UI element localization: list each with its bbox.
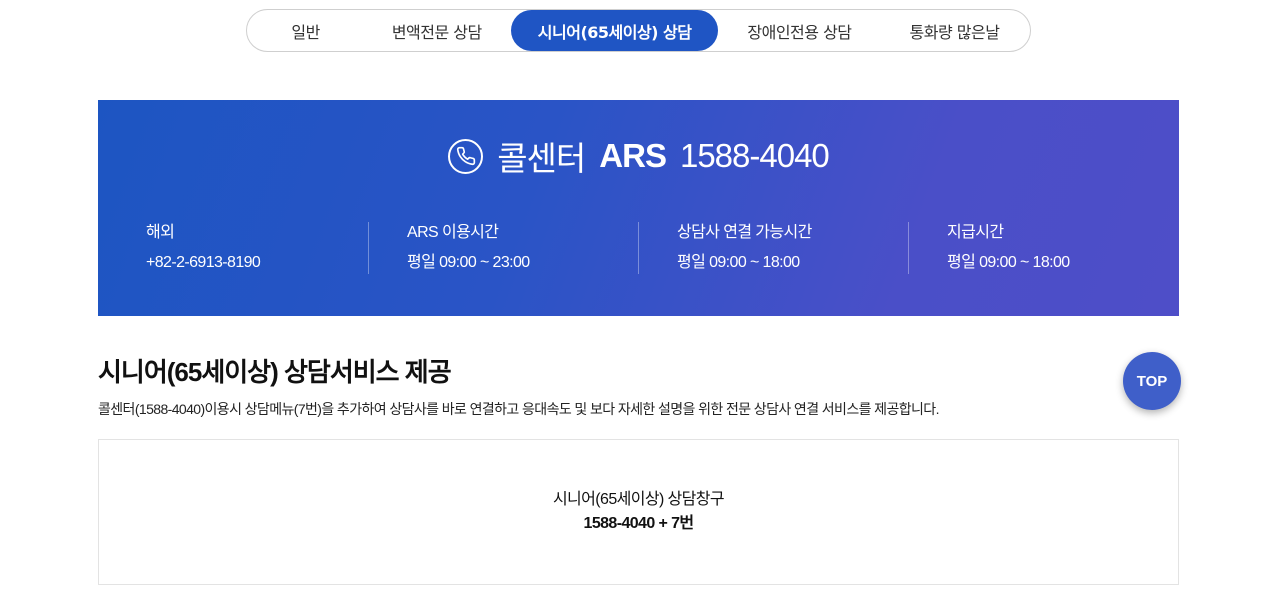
scroll-top-button[interactable]: TOP [1123,352,1181,410]
tab-variable-specialist[interactable]: 변액전문 상담 [362,10,511,51]
call-center-info: 해외 +82-2-6913-8190 ARS 이용시간 평일 09:00 ~ 2… [98,222,1179,274]
call-center-banner: 콜센터 ARS 1588-4040 해외 +82-2-6913-8190 ARS… [98,100,1179,316]
info-label: 지급시간 [947,224,1004,241]
info-value: 평일 09:00 ~ 18:00 [947,254,1070,271]
info-label: 상담사 연결 가능시간 [677,224,812,241]
info-label: ARS 이용시간 [407,224,499,241]
senior-counter-label: 시니어(65세이상) 상담창구 [552,491,725,508]
phone-icon [448,138,484,174]
consultation-tabs: 일반 변액전문 상담 시니어(65세이상) 상담 장애인전용 상담 통화량 많은… [246,9,1031,52]
senior-counter-box: 시니어(65세이상) 상담창구 1588-4040 + 7번 [98,439,1179,585]
info-agent-hours: 상담사 연결 가능시간 평일 09:00 ~ 18:00 [638,222,908,274]
tab-disabled[interactable]: 장애인전용 상담 [718,10,881,51]
senior-counter-number: 1588-4040 + 7번 [583,515,695,532]
section-description: 콜센터(1588-4040)이용시 상담메뉴(7번)을 추가하여 상담사를 바로… [98,401,939,417]
tab-busy-days[interactable]: 통화량 많은날 [881,10,1028,51]
call-center-number: 1588-4040 [679,137,830,174]
info-ars-hours: ARS 이용시간 평일 09:00 ~ 23:00 [368,222,638,274]
banner-title: 콜센터 ARS 1588-4040 [98,134,1179,178]
info-label: 해외 [146,224,175,241]
ars-label: ARS [599,137,667,174]
tab-senior[interactable]: 시니어(65세이상) 상담 [511,10,718,51]
call-center-label: 콜센터 [497,140,586,177]
info-value: +82-2-6913-8190 [146,254,261,271]
tab-general[interactable]: 일반 [249,10,362,51]
info-payment-hours: 지급시간 평일 09:00 ~ 18:00 [908,222,1178,274]
section-title: 시니어(65세이상) 상담서비스 제공 [98,357,452,387]
info-overseas: 해외 +82-2-6913-8190 [98,222,368,274]
info-value: 평일 09:00 ~ 23:00 [407,254,530,271]
info-value: 평일 09:00 ~ 18:00 [677,254,800,271]
